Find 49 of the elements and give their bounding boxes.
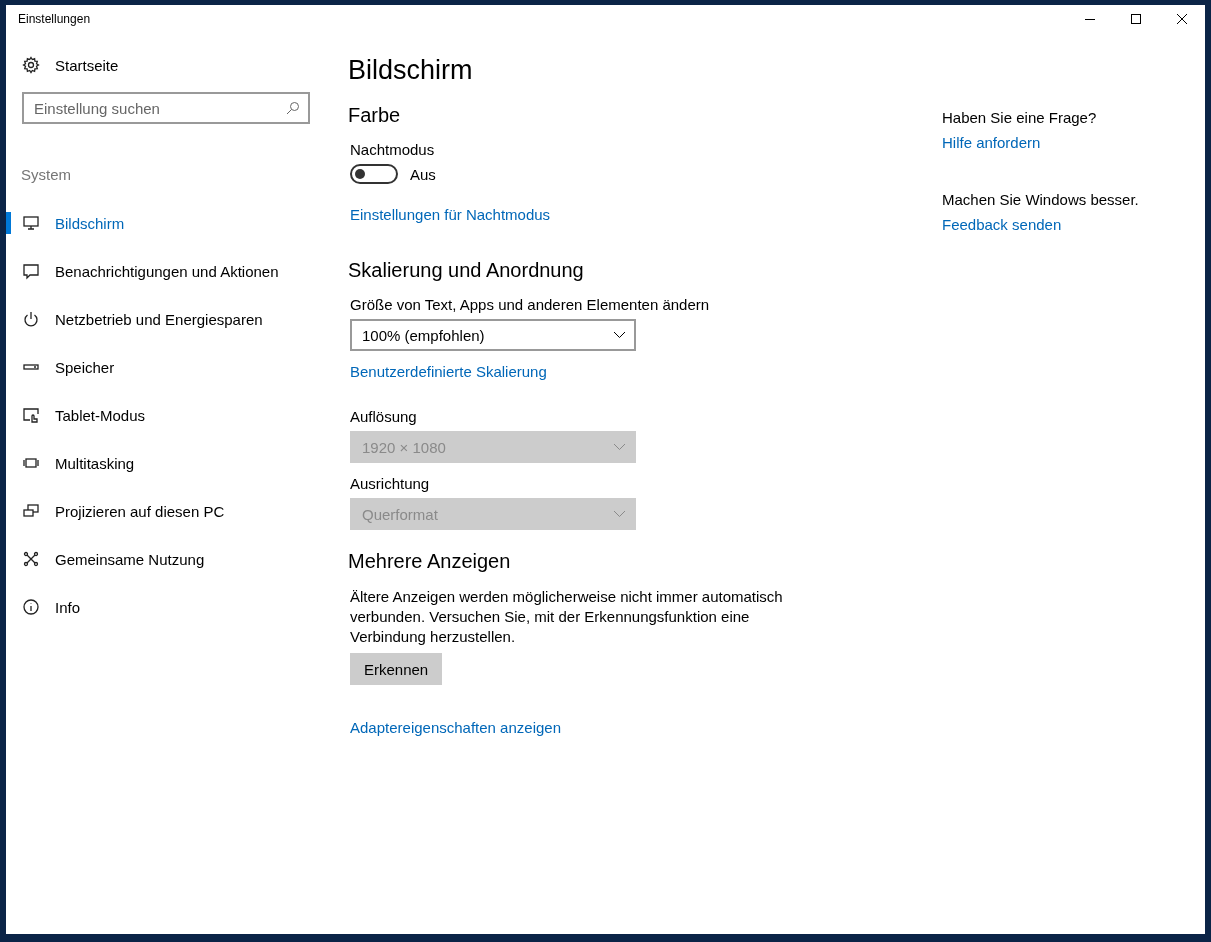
selection-indicator — [6, 212, 11, 234]
help-question: Machen Sie Windows besser. — [942, 191, 1139, 208]
dropdown-label: Größe von Text, Apps und anderen Elementen ändern — [350, 296, 711, 313]
share-nodes-icon — [22, 550, 40, 568]
projector-icon — [22, 502, 40, 520]
nav-item[interactable]: Benachrichtigungen und Aktionen — [6, 247, 348, 295]
dropdown-label: Auflösung — [350, 408, 418, 425]
window-title: Einstellungen — [18, 12, 91, 26]
help-link[interactable]: Feedback senden — [942, 216, 1062, 233]
maximize-icon — [1131, 14, 1141, 24]
link[interactable]: Einstellungen für Nachtmodus — [350, 206, 551, 223]
link[interactable]: Benutzerdefinierte Skalierung — [350, 363, 547, 380]
section-heading: Farbe — [348, 104, 402, 127]
section-heading: Skalierung und Anordnung — [348, 259, 585, 282]
search-field[interactable]: Einstellung suchen — [22, 92, 310, 124]
minimize-icon — [1085, 18, 1095, 20]
page-title: Bildschirm — [348, 55, 474, 86]
nav-item[interactable]: Gemeinsame Nutzung — [6, 535, 348, 583]
section-heading: System — [21, 166, 72, 183]
settings-icon — [22, 56, 40, 74]
nav-item[interactable]: Projizieren auf diesen PC — [6, 487, 348, 535]
close-icon — [1177, 14, 1187, 24]
toggle-switch[interactable] — [350, 164, 398, 184]
power-icon — [22, 310, 40, 328]
nav-item[interactable]: Netzbetrieb und Energiesparen — [6, 295, 348, 343]
search-icon — [286, 101, 300, 115]
home-nav-item[interactable]: Startseite — [6, 47, 348, 83]
dropdown-label: Ausrichtung — [350, 475, 431, 492]
section-heading: Mehrere Anzeigen — [348, 550, 512, 573]
tablet-hand-icon — [22, 406, 40, 424]
chevron-down-icon — [613, 443, 626, 451]
toggle-label: Nachtmodus — [350, 141, 436, 158]
monitor-icon — [22, 214, 40, 232]
chevron-down-icon — [613, 331, 626, 339]
dropdown[interactable]: 100% (empfohlen) — [350, 319, 636, 351]
chevron-down-icon — [613, 510, 626, 518]
nav-item[interactable]: Info — [6, 583, 348, 631]
help-link[interactable]: Hilfe anfordern — [942, 134, 1041, 151]
info-icon — [22, 598, 40, 616]
link[interactable]: Adaptereigenschaften anzeigen — [350, 719, 561, 736]
nav-item[interactable]: Speicher — [6, 343, 348, 391]
nav-item[interactable]: Multitasking — [6, 439, 348, 487]
nav-item[interactable]: Bildschirm — [6, 199, 348, 247]
toggle-state-text: Aus — [410, 165, 436, 183]
detect-button[interactable]: Erkennen — [350, 653, 443, 685]
help-question: Haben Sie eine Frage? — [942, 109, 1098, 126]
nav-item[interactable]: Tablet-Modus — [6, 391, 348, 439]
description-text: Ältere Anzeigen werden möglicherweise nicht immer automatisch verbunden. Versuchen Sie, mit der Erkennungsfunktion eine Verbindung herzustellen. — [350, 587, 784, 647]
speech-bubble-icon — [22, 262, 40, 280]
